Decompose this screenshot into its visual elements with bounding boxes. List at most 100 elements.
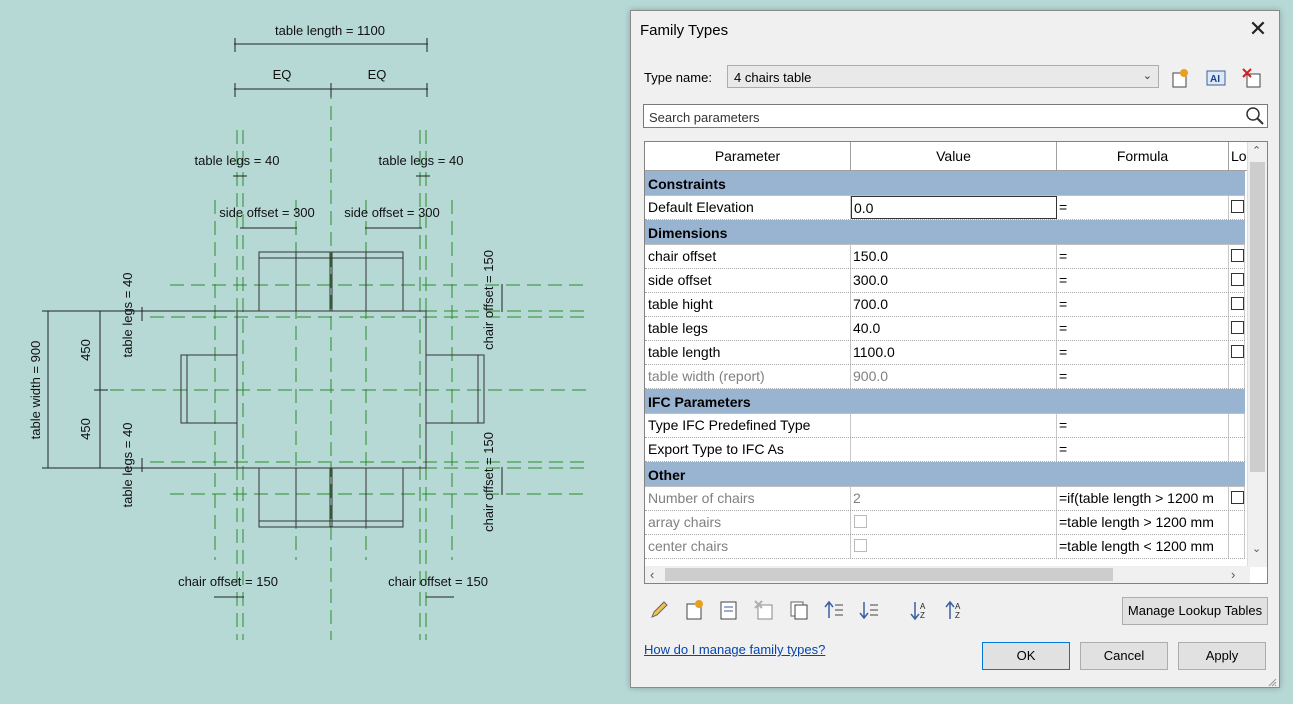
parameter-value[interactable]: 2	[851, 487, 1057, 510]
col-parameter[interactable]: Parameter	[645, 142, 851, 170]
group-header[interactable]: Other	[645, 462, 1245, 487]
delete-type-button[interactable]	[1239, 65, 1265, 91]
delete-parameter-button[interactable]	[751, 597, 777, 623]
parameter-name[interactable]: side offset	[645, 269, 851, 292]
lock-checkbox[interactable]	[1231, 297, 1244, 310]
lock-checkbox[interactable]	[1231, 491, 1244, 504]
parameter-formula[interactable]: =	[1057, 414, 1229, 437]
move-up-button[interactable]	[821, 597, 847, 623]
parameter-formula[interactable]: =	[1057, 365, 1229, 388]
lock-cell[interactable]	[1229, 341, 1245, 364]
parameter-formula[interactable]: =table length < 1200 mm	[1057, 535, 1229, 558]
parameter-value[interactable]: 700.0	[851, 293, 1057, 316]
parameter-formula[interactable]: =	[1057, 438, 1229, 461]
parameter-formula[interactable]: =	[1057, 245, 1229, 268]
parameter-value[interactable]: 1100.0	[851, 341, 1057, 364]
resize-grip-icon[interactable]	[1267, 675, 1277, 687]
lock-cell[interactable]	[1229, 269, 1245, 292]
parameter-name[interactable]: Default Elevation	[645, 196, 851, 219]
sort-descending-button[interactable]: AZ	[942, 597, 968, 623]
search-input[interactable]	[647, 106, 1241, 128]
cancel-button[interactable]: Cancel	[1080, 642, 1168, 670]
parameter-name[interactable]: table legs	[645, 317, 851, 340]
parameter-formula[interactable]: =if(table length > 1200 m	[1057, 487, 1229, 510]
group-header[interactable]: Constraints	[645, 171, 1245, 196]
horizontal-scroll-thumb[interactable]	[665, 568, 1113, 581]
search-parameters-field[interactable]	[643, 104, 1268, 128]
parameter-formula[interactable]: =	[1057, 269, 1229, 292]
horizontal-scrollbar[interactable]: ‹ ›	[645, 566, 1250, 583]
parameter-row[interactable]: chair offset 150.0 =	[645, 245, 1245, 269]
col-value[interactable]: Value	[851, 142, 1057, 170]
sort-ascending-button[interactable]: AZ	[907, 597, 933, 623]
parameter-row[interactable]: array chairs =table length > 1200 mm	[645, 511, 1245, 535]
parameter-row[interactable]: table length 1100.0 =	[645, 341, 1245, 365]
parameter-value[interactable]: 0.0	[851, 196, 1057, 219]
vertical-scrollbar[interactable]: ⌃ ⌄	[1247, 142, 1267, 567]
manage-lookup-tables-button[interactable]: Manage Lookup Tables	[1122, 597, 1268, 625]
parameter-properties-button[interactable]	[716, 597, 742, 623]
new-type-button[interactable]	[1167, 65, 1193, 91]
ok-button[interactable]: OK	[982, 642, 1070, 670]
lock-checkbox[interactable]	[1231, 321, 1244, 334]
parameter-value[interactable]	[851, 511, 1057, 534]
parameter-formula[interactable]: =	[1057, 317, 1229, 340]
lock-cell[interactable]	[1229, 487, 1245, 510]
copy-parameter-button[interactable]	[786, 597, 812, 623]
edit-parameter-button[interactable]	[646, 597, 672, 623]
lock-cell[interactable]	[1229, 317, 1245, 340]
close-icon[interactable]: ✕	[1247, 18, 1269, 40]
parameter-value[interactable]: 300.0	[851, 269, 1057, 292]
lock-checkbox[interactable]	[1231, 249, 1244, 262]
parameter-value[interactable]	[851, 535, 1057, 558]
search-icon[interactable]	[1245, 106, 1265, 129]
new-parameter-button[interactable]	[681, 597, 707, 623]
parameter-row[interactable]: center chairs =table length < 1200 mm	[645, 535, 1245, 559]
parameter-name[interactable]: table length	[645, 341, 851, 364]
move-down-button[interactable]	[856, 597, 882, 623]
parameter-row[interactable]: table width (report) 900.0 =	[645, 365, 1245, 389]
parameter-formula[interactable]: =	[1057, 341, 1229, 364]
parameter-value[interactable]: 150.0	[851, 245, 1057, 268]
lock-cell[interactable]	[1229, 245, 1245, 268]
parameter-name[interactable]: Export Type to IFC As	[645, 438, 851, 461]
help-link[interactable]: How do I manage family types?	[644, 642, 825, 657]
col-formula[interactable]: Formula	[1057, 142, 1229, 170]
parameter-formula[interactable]: =	[1057, 293, 1229, 316]
family-drawing-canvas[interactable]: table length = 1100 EQ EQ table legs = 4…	[0, 0, 630, 704]
vertical-scroll-thumb[interactable]	[1250, 162, 1265, 472]
lock-cell[interactable]	[1229, 293, 1245, 316]
parameter-value[interactable]: 900.0	[851, 365, 1057, 388]
parameter-name[interactable]: Type IFC Predefined Type	[645, 414, 851, 437]
scroll-down-icon[interactable]: ⌄	[1252, 542, 1261, 555]
parameter-name[interactable]: Number of chairs	[645, 487, 851, 510]
lock-cell[interactable]	[1229, 196, 1245, 219]
rename-type-button[interactable]: AI	[1203, 65, 1229, 91]
parameter-name[interactable]: array chairs	[645, 511, 851, 534]
lock-checkbox[interactable]	[1231, 200, 1244, 213]
scroll-right-icon[interactable]: ›	[1231, 567, 1235, 582]
group-header[interactable]: IFC Parameters	[645, 389, 1245, 414]
parameter-row[interactable]: side offset 300.0 =	[645, 269, 1245, 293]
scroll-left-icon[interactable]: ‹	[650, 567, 654, 582]
parameter-row[interactable]: Number of chairs 2 =if(table length > 1200…	[645, 487, 1245, 511]
parameter-value[interactable]: 40.0	[851, 317, 1057, 340]
parameter-formula[interactable]: =table length > 1200 mm	[1057, 511, 1229, 534]
parameter-row[interactable]: table hight 700.0 =	[645, 293, 1245, 317]
parameter-row[interactable]: Export Type to IFC As =	[645, 438, 1245, 462]
parameter-value[interactable]	[851, 438, 1057, 461]
type-name-dropdown[interactable]: 4 chairs table ⌄	[727, 65, 1159, 88]
parameter-name[interactable]: chair offset	[645, 245, 851, 268]
apply-button[interactable]: Apply	[1178, 642, 1266, 670]
parameter-row[interactable]: Default Elevation 0.0 =	[645, 196, 1245, 220]
parameter-name[interactable]: table width (report)	[645, 365, 851, 388]
scroll-up-icon[interactable]: ⌃	[1252, 144, 1261, 157]
lock-checkbox[interactable]	[1231, 273, 1244, 286]
parameter-name[interactable]: center chairs	[645, 535, 851, 558]
parameter-row[interactable]: table legs 40.0 =	[645, 317, 1245, 341]
group-header[interactable]: Dimensions	[645, 220, 1245, 245]
parameter-name[interactable]: table hight	[645, 293, 851, 316]
parameter-formula[interactable]: =	[1057, 196, 1229, 219]
parameter-row[interactable]: Type IFC Predefined Type =	[645, 414, 1245, 438]
parameter-value[interactable]	[851, 414, 1057, 437]
